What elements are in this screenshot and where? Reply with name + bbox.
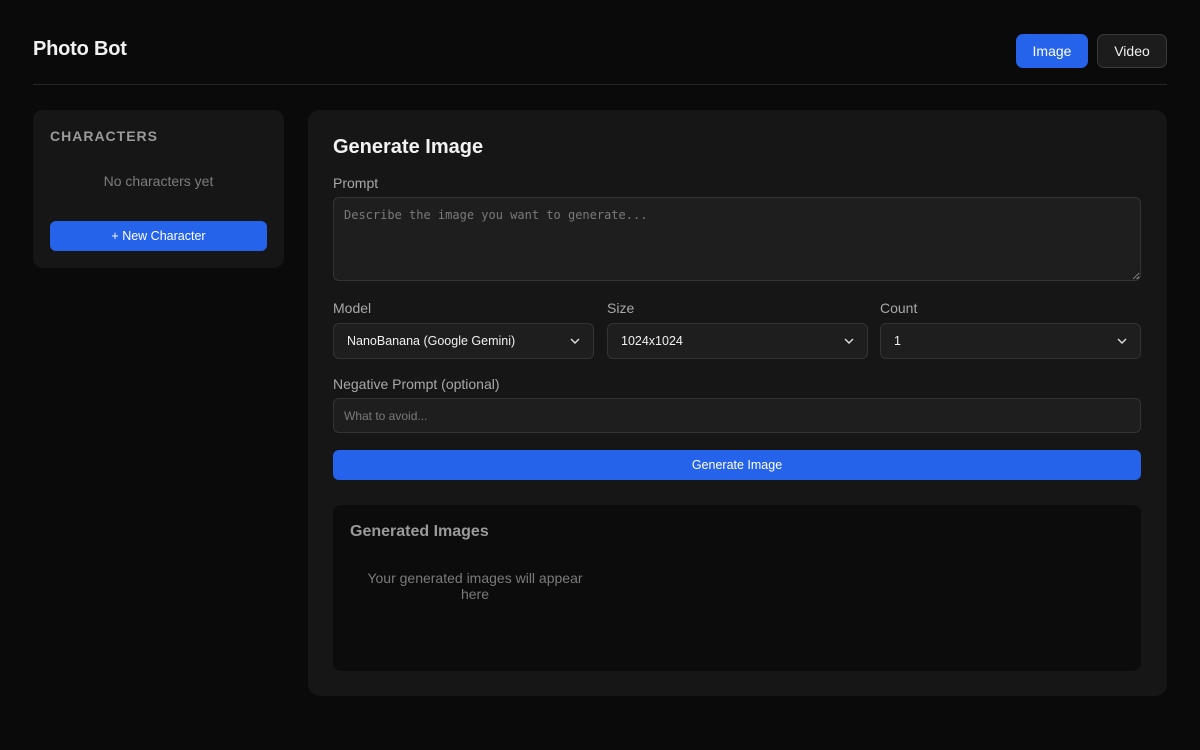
sidebar-heading: CHARACTERS <box>50 128 158 144</box>
negative-prompt-input[interactable] <box>333 398 1141 433</box>
count-select-value: 1 <box>894 334 901 348</box>
characters-empty-state: No characters yet <box>103 173 214 189</box>
size-select[interactable]: 1024x1024 <box>607 323 868 359</box>
model-select-value: NanoBanana (Google Gemini) <box>347 334 516 348</box>
negative-prompt-label: Negative Prompt (optional) <box>333 376 500 392</box>
tab-video[interactable]: Video <box>1097 34 1167 68</box>
chevron-down-icon <box>570 338 580 344</box>
header: Photo Bot Image Video <box>33 0 1167 85</box>
count-label: Count <box>880 300 918 316</box>
prompt-label: Prompt <box>333 175 379 191</box>
generated-images-empty-state: Your generated images will appear here <box>367 570 583 602</box>
model-label: Model <box>333 300 372 316</box>
size-label: Size <box>607 300 635 316</box>
app-root: Photo Bot Image Video CHARACTERS No char… <box>0 0 1200 750</box>
new-character-button[interactable]: + New Character <box>50 221 267 251</box>
characters-sidebar: CHARACTERS No characters yet + New Chara… <box>33 110 284 268</box>
prompt-input[interactable] <box>333 197 1141 281</box>
generated-images-panel: Generated Images Your generated images w… <box>333 505 1141 671</box>
count-select[interactable]: 1 <box>880 323 1141 359</box>
model-select[interactable]: NanoBanana (Google Gemini) <box>333 323 594 359</box>
generate-panel: Generate Image Prompt Model NanoBanana (… <box>308 110 1167 696</box>
tab-image[interactable]: Image <box>1016 34 1088 68</box>
app-title: Photo Bot <box>33 38 127 60</box>
page-title: Generate Image <box>333 136 484 158</box>
generate-image-button[interactable]: Generate Image <box>333 450 1141 480</box>
chevron-down-icon <box>844 338 854 344</box>
generated-images-title: Generated Images <box>350 523 489 540</box>
mode-tabs: Image Video <box>1016 34 1167 68</box>
chevron-down-icon <box>1117 338 1127 344</box>
size-select-value: 1024x1024 <box>621 334 683 348</box>
